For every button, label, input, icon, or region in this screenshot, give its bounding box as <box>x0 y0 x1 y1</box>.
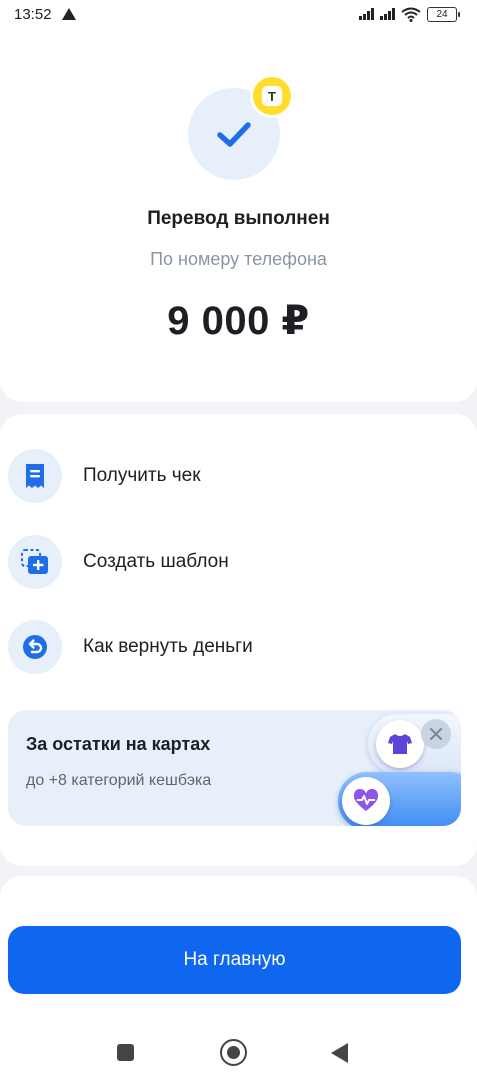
system-nav-bar <box>0 1026 477 1080</box>
promo-toggle-decoration-2 <box>338 772 461 826</box>
return-money-icon <box>8 620 62 674</box>
page-title: Перевод выполнен <box>147 208 330 229</box>
recents-icon[interactable] <box>117 1044 134 1061</box>
signal-icon-2 <box>380 8 395 20</box>
bank-logo-badge: T <box>250 74 294 118</box>
transfer-type: По номеру телефона <box>150 249 327 269</box>
close-promo-button[interactable] <box>421 719 451 749</box>
promo-title: За остатки на картах <box>26 734 211 754</box>
tshirt-icon <box>376 720 424 768</box>
status-bar: 13:52 24 <box>0 0 477 28</box>
receipt-icon <box>8 449 62 503</box>
return-money-label: Как вернуть деньги <box>83 636 253 657</box>
wifi-icon <box>401 7 421 22</box>
home-icon[interactable] <box>220 1039 247 1066</box>
promo-subtitle: до +8 категорий кешбэка <box>26 772 212 789</box>
go-home-button[interactable]: На главную <box>8 926 461 994</box>
status-time: 13:52 <box>14 5 52 23</box>
get-receipt-label: Получить чек <box>83 465 201 486</box>
heart-pulse-icon <box>342 777 390 825</box>
create-template-button[interactable]: Создать шаблон <box>8 534 468 590</box>
signal-icon <box>359 8 374 20</box>
create-template-label: Создать шаблон <box>83 551 229 572</box>
checkmark-icon <box>217 122 251 147</box>
battery-icon: 24 <box>427 6 460 22</box>
template-icon <box>8 535 62 589</box>
close-icon <box>430 728 442 740</box>
get-receipt-button[interactable]: Получить чек <box>8 448 468 504</box>
transfer-amount: 9 000 ₽ <box>167 299 310 343</box>
bank-logo-letter: T <box>262 86 282 106</box>
cashback-promo-banner[interactable]: За остатки на картах до +8 категорий кеш… <box>8 710 461 826</box>
return-money-button[interactable]: Как вернуть деньги <box>8 619 468 675</box>
warning-icon <box>61 8 76 20</box>
back-icon[interactable] <box>331 1043 348 1063</box>
